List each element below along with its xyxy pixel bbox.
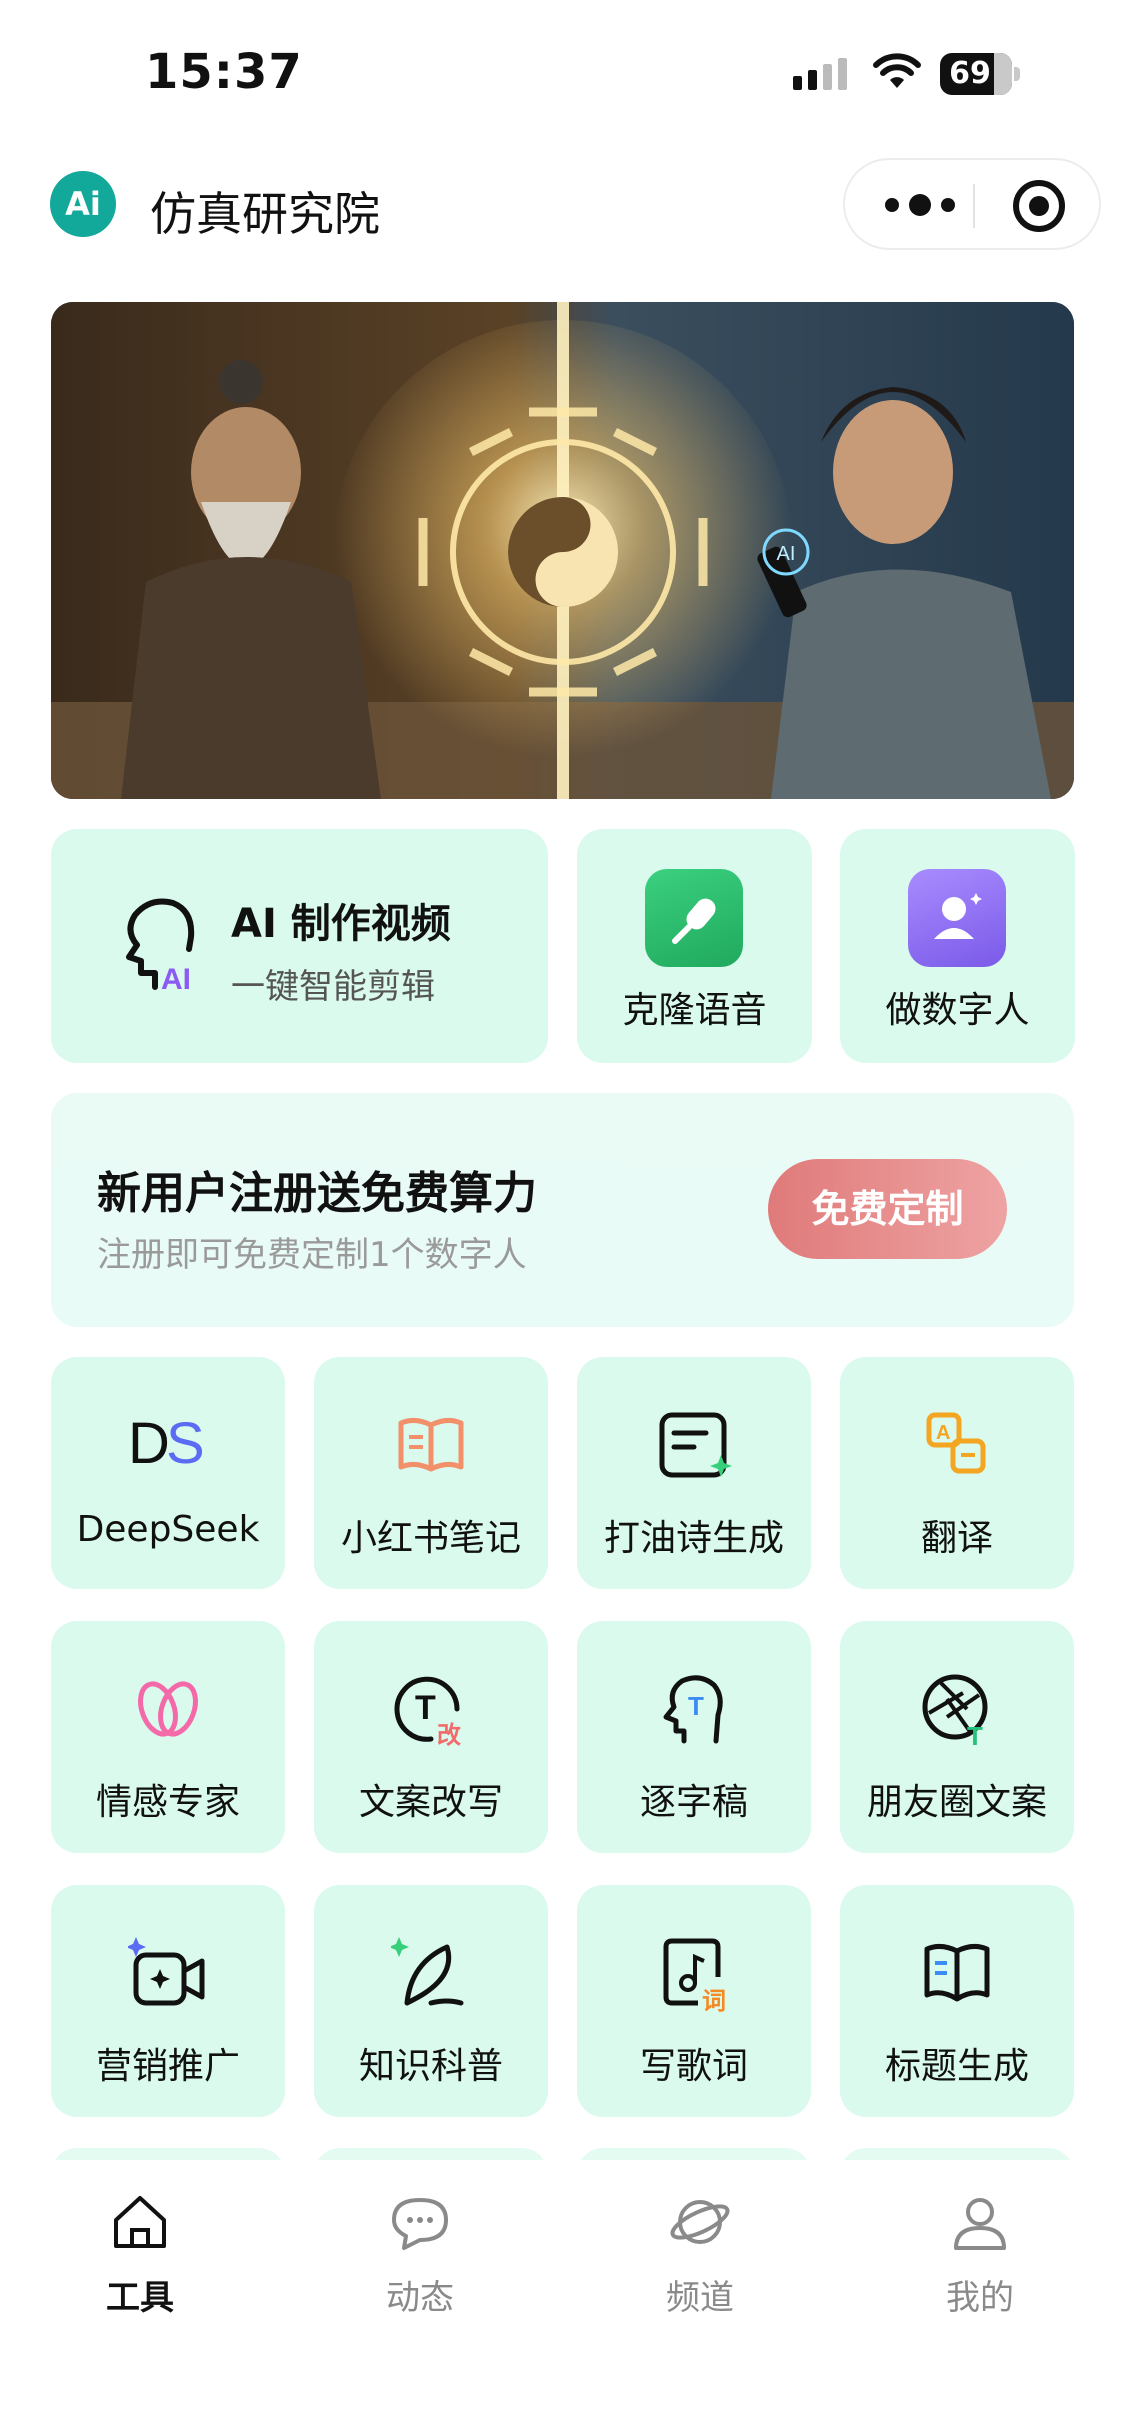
svg-text:S: S (166, 1411, 205, 1476)
heart-icon (128, 1669, 208, 1749)
tool-label: 知识科普 (358, 2046, 503, 2087)
promo-title: 新用户注册送免费算力 (97, 1168, 537, 1219)
cellular-signal-icon (793, 58, 847, 90)
tab-tools[interactable]: 工具 (40, 2190, 240, 2319)
free-customize-button[interactable]: 免费定制 (768, 1159, 1007, 1259)
hero-banner[interactable]: AI (51, 302, 1074, 799)
bottom-tab-bar: 工具 动态 频道 我的 (0, 2160, 1125, 2436)
status-bar: 15:37 69 (0, 0, 1125, 150)
promo-subtitle: 注册即可免费定制1个数字人 (97, 1235, 527, 1275)
tab-label: 频道 (666, 2278, 734, 2318)
ai-video-title: AI 制作视频 (231, 901, 451, 947)
tool-label: 文案改写 (358, 1782, 503, 1823)
tab-profile[interactable]: 我的 (880, 2190, 1080, 2319)
tool-label: 小红书笔记 (340, 1518, 521, 1559)
tool-tile-transcript[interactable]: T 逐字稿 (577, 1621, 811, 1853)
tool-label: 营销推广 (95, 2046, 240, 2087)
tool-label: 逐字稿 (639, 1782, 748, 1823)
miniapp-capsule (843, 158, 1101, 250)
tool-label: 打油诗生成 (603, 1518, 784, 1559)
add-person-icon (908, 869, 1006, 967)
lyrics-icon-badge: 词 (702, 1988, 726, 2013)
open-book-icon (917, 1933, 997, 2013)
tab-label: 我的 (946, 2278, 1014, 2318)
svg-text:A: A (936, 1422, 950, 1444)
ai-video-card[interactable]: AI AI 制作视频 一键智能剪辑 (51, 829, 548, 1063)
digital-human-label: 做数字人 (885, 990, 1030, 1031)
rewrite-icon: T 改 (391, 1669, 471, 1749)
music-note-icon: 词 (654, 1933, 734, 2015)
tool-label: 朋友圈文案 (866, 1782, 1047, 1823)
tool-label: 标题生成 (884, 2046, 1029, 2087)
transcript-icon: T (654, 1669, 734, 1749)
feather-icon (389, 1933, 471, 2013)
digital-human-card[interactable]: 做数字人 (840, 829, 1075, 1063)
translate-icon: A (917, 1405, 997, 1485)
capsule-divider (973, 184, 975, 228)
tool-tile-deepseek[interactable]: D S DeepSeek (51, 1357, 285, 1589)
microphone-icon (645, 869, 743, 967)
more-options-button[interactable] (885, 190, 955, 220)
house-icon (108, 2190, 172, 2254)
tool-tile-rewrite[interactable]: T 改 文案改写 (314, 1621, 548, 1853)
video-camera-icon (126, 1933, 208, 2013)
poem-icon (654, 1405, 734, 1485)
tool-tile-science[interactable]: 知识科普 (314, 1885, 548, 2117)
tool-label: DeepSeek (76, 1509, 260, 1550)
tool-tile-title[interactable]: 标题生成 (840, 1885, 1074, 2117)
transcript-icon-badge: T (688, 1691, 704, 1721)
tool-tile-marketing[interactable]: 营销推广 (51, 1885, 285, 2117)
tool-label: 情感专家 (95, 1782, 240, 1823)
tool-tile-lyrics[interactable]: 词 写歌词 (577, 1885, 811, 2117)
app-logo: Ai (50, 171, 116, 237)
tab-label: 动态 (386, 2278, 454, 2318)
tool-label: 写歌词 (639, 2046, 748, 2087)
book-icon (391, 1405, 471, 1485)
tool-tile-emotion[interactable]: 情感专家 (51, 1621, 285, 1853)
clone-voice-label: 克隆语音 (622, 990, 767, 1031)
camera-shutter-icon: T (917, 1669, 997, 1751)
tab-label: 工具 (106, 2278, 174, 2318)
ai-video-subtitle: 一键智能剪辑 (231, 967, 435, 1007)
banner-ai-badge: AI (777, 543, 796, 565)
tool-tile-poem[interactable]: 打油诗生成 (577, 1357, 811, 1589)
tab-channel[interactable]: 频道 (600, 2190, 800, 2319)
rewrite-icon-badge: 改 (437, 1722, 461, 1749)
tool-tile-translate[interactable]: A 翻译 (840, 1357, 1074, 1589)
tool-label: 翻译 (920, 1518, 993, 1559)
clone-voice-card[interactable]: 克隆语音 (577, 829, 812, 1063)
wifi-icon (872, 52, 922, 96)
battery-icon: 69 (940, 53, 1020, 95)
ai-head-icon: AI (95, 891, 205, 1005)
deepseek-icon: D S (128, 1405, 208, 1485)
tool-tile-xiaohongshu[interactable]: 小红书笔记 (314, 1357, 548, 1589)
status-time: 15:37 (145, 44, 303, 100)
svg-text:D: D (128, 1411, 170, 1476)
page-title: 仿真研究院 (150, 187, 380, 241)
chat-bubble-icon (388, 2190, 452, 2254)
svg-text:T: T (967, 1721, 983, 1749)
promo-banner: 新用户注册送免费算力 注册即可免费定制1个数字人 免费定制 (51, 1093, 1074, 1327)
ai-head-icon-text: AI (161, 963, 191, 996)
tab-feed[interactable]: 动态 (320, 2190, 520, 2319)
svg-text:T: T (415, 1689, 436, 1727)
battery-level: 69 (949, 56, 991, 91)
tool-tile-moments[interactable]: T 朋友圈文案 (840, 1621, 1074, 1853)
close-miniapp-button[interactable] (1013, 180, 1065, 232)
banner-illustration: AI (51, 302, 1074, 799)
user-icon (948, 2190, 1012, 2254)
planet-icon (668, 2190, 732, 2254)
